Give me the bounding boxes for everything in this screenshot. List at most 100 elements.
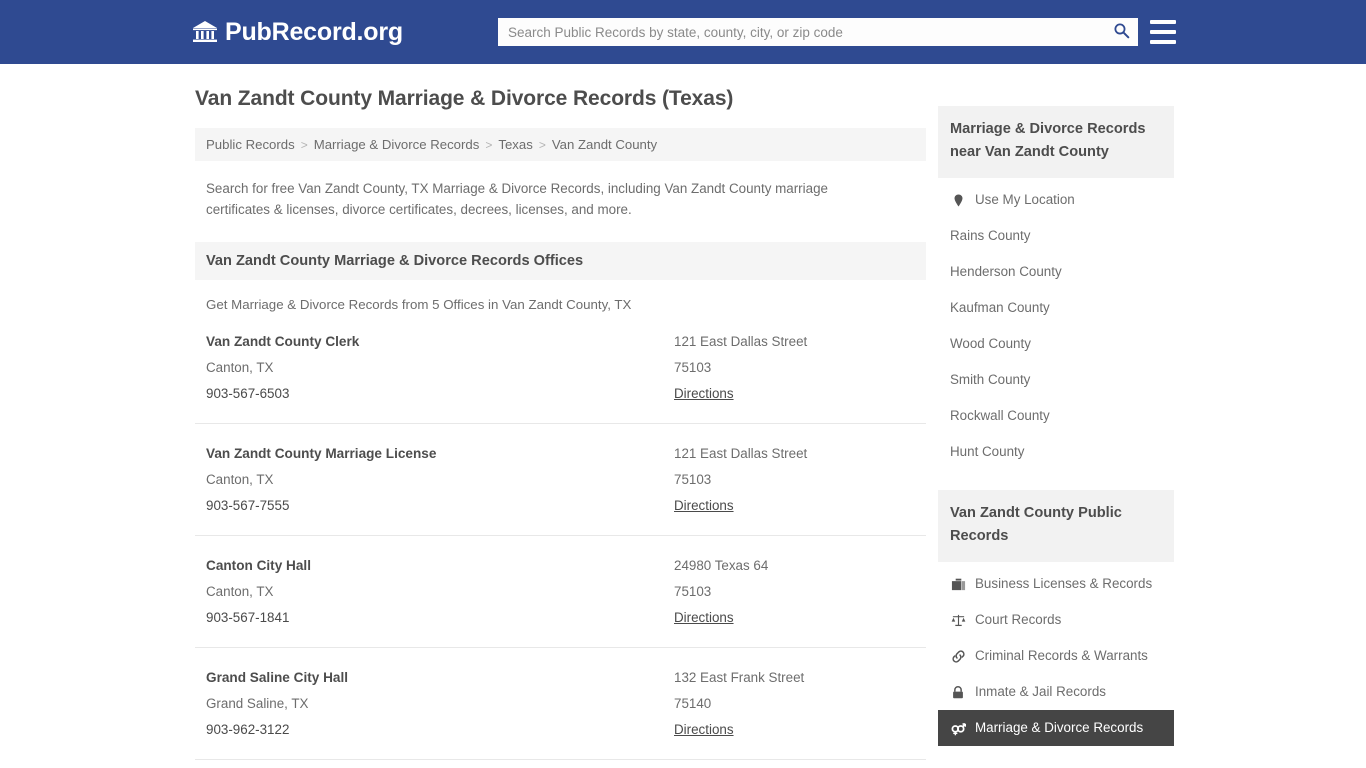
site-logo[interactable]: PubRecord.org <box>192 18 403 47</box>
office-address-block: 132 East Frank Street 75140 Directions <box>674 665 915 743</box>
office-phone: 903-567-1841 <box>206 610 290 625</box>
chain-link-icon <box>950 648 966 664</box>
sidebar-records-list: Business Licenses & Records Court Records… <box>938 566 1174 746</box>
office-city: Canton, TX <box>206 584 274 599</box>
directions-link[interactable]: Directions <box>674 605 734 631</box>
sidebar-item-label: Smith County <box>950 372 1031 387</box>
office-address: 132 East Frank Street <box>674 670 805 685</box>
search-bar[interactable] <box>498 18 1138 46</box>
sidebar-item-rockwall-county[interactable]: Rockwall County <box>938 398 1174 434</box>
sidebar-item-label: Rains County <box>950 228 1031 243</box>
office-row: Grand Saline City Hall Grand Saline, TX 90… <box>195 648 926 760</box>
breadcrumb-item[interactable]: Public Records <box>206 137 295 152</box>
sidebar-item-label: Rockwall County <box>950 408 1050 423</box>
search-input[interactable] <box>498 19 1104 45</box>
hamburger-bar <box>1150 30 1176 34</box>
breadcrumb-item[interactable]: Texas <box>498 137 532 152</box>
directions-link[interactable]: Directions <box>674 493 734 519</box>
breadcrumb-item[interactable]: Marriage & Divorce Records <box>314 137 480 152</box>
office-name[interactable]: Van Zandt County Clerk <box>206 329 674 355</box>
offices-section-subtitle: Get Marriage & Divorce Records from 5 Of… <box>206 297 632 312</box>
breadcrumb: Public Records > Marriage & Divorce Record… <box>195 128 926 161</box>
sidebar-item-label: Wood County <box>950 336 1031 351</box>
sidebar-item-label: Inmate & Jail Records <box>975 684 1106 699</box>
sidebar-item-label: Use My Location <box>975 192 1075 207</box>
office-zip: 75103 <box>674 360 712 375</box>
office-name[interactable]: Grand Saline City Hall <box>206 665 674 691</box>
sidebar-item-criminal-records-warrants[interactable]: Criminal Records & Warrants <box>938 638 1174 674</box>
office-zip: 75103 <box>674 584 712 599</box>
office-row: Van Zandt County Clerk Canton, TX 903-567-… <box>195 312 926 424</box>
breadcrumb-item[interactable]: Van Zandt County <box>552 137 657 152</box>
office-phone: 903-567-7555 <box>206 498 290 513</box>
hamburger-bar <box>1150 20 1176 24</box>
map-pin-icon <box>950 192 966 208</box>
sidebar-item-label: Kaufman County <box>950 300 1050 315</box>
office-row: Canton City Hall Canton, TX 903-567-1841 24… <box>195 536 926 648</box>
office-city: Grand Saline, TX <box>206 696 309 711</box>
office-phone: 903-567-6503 <box>206 386 290 401</box>
office-address: 24980 Texas 64 <box>674 558 769 573</box>
main-content: Van Zandt County Marriage & Divorce Reco… <box>195 86 926 768</box>
padlock-icon <box>950 684 966 700</box>
hamburger-menu-icon[interactable] <box>1150 20 1176 44</box>
sidebar-item-marriage-divorce-records[interactable]: Marriage & Divorce Records <box>938 710 1174 746</box>
page-body: Van Zandt County Marriage & Divorce Reco… <box>0 64 1366 768</box>
sidebar-item-label: Business Licenses & Records <box>975 576 1153 591</box>
site-logo-text: PubRecord.org <box>225 17 403 46</box>
sidebar-item-label: Court Records <box>975 612 1062 627</box>
sidebar-item-label: Henderson County <box>950 264 1062 279</box>
directions-link[interactable]: Directions <box>674 717 734 743</box>
office-address-block: 24980 Texas 64 75103 Directions <box>674 553 915 631</box>
breadcrumb-separator: > <box>485 137 493 152</box>
office-info: Canton City Hall Canton, TX 903-567-1841 <box>206 553 674 631</box>
sidebar-item-smith-county[interactable]: Smith County <box>938 362 1174 398</box>
intro-paragraph: Search for free Van Zandt County, TX Mar… <box>206 181 828 217</box>
office-info: Grand Saline City Hall Grand Saline, TX 90… <box>206 665 674 743</box>
directions-link[interactable]: Directions <box>674 381 734 407</box>
search-button[interactable] <box>1104 18 1138 46</box>
office-row: Van City HallVan, TX903-963-7216189 Sout… <box>195 760 926 768</box>
breadcrumb-separator: > <box>300 137 308 152</box>
sidebar-item-hunt-county[interactable]: Hunt County <box>938 434 1174 470</box>
hamburger-bar <box>1150 40 1176 44</box>
office-city: Canton, TX <box>206 472 274 487</box>
office-address-block: 121 East Dallas Street 75103 Directions <box>674 329 915 407</box>
office-zip: 75103 <box>674 472 712 487</box>
office-row: Van Zandt County Marriage License Canton,… <box>195 424 926 536</box>
sidebar-records-title: Van Zandt County Public Records <box>938 490 1174 562</box>
office-address-block: 121 East Dallas Street 75103 Directions <box>674 441 915 519</box>
office-name[interactable]: Van Zandt County Marriage License <box>206 441 674 467</box>
sidebar-item-rains-county[interactable]: Rains County <box>938 218 1174 254</box>
office-address: 121 East Dallas Street <box>674 446 808 461</box>
breadcrumb-separator: > <box>538 137 546 152</box>
page-title: Van Zandt County Marriage & Divorce Reco… <box>195 87 734 110</box>
bank-building-icon <box>192 19 218 45</box>
sidebar-item-business-licenses-records[interactable]: Business Licenses & Records <box>938 566 1174 602</box>
sidebar-item-wood-county[interactable]: Wood County <box>938 326 1174 362</box>
sidebar-item-label: Hunt County <box>950 444 1025 459</box>
office-name[interactable]: Canton City Hall <box>206 553 674 579</box>
sidebar-item-label: Marriage & Divorce Records <box>975 720 1144 735</box>
sidebar-item-court-records[interactable]: Court Records <box>938 602 1174 638</box>
sidebar-item-label: Criminal Records & Warrants <box>975 648 1148 663</box>
sidebar-item-henderson-county[interactable]: Henderson County <box>938 254 1174 290</box>
sidebar-nearby-list: Use My Location Rains County Henderson Cou… <box>938 182 1174 470</box>
gender-symbols-icon <box>950 720 966 736</box>
sidebar-item-kaufman-county[interactable]: Kaufman County <box>938 290 1174 326</box>
briefcase-icon <box>950 576 966 592</box>
office-phone: 903-962-3122 <box>206 722 290 737</box>
office-info: Van Zandt County Clerk Canton, TX 903-567-… <box>206 329 674 407</box>
offices-section-header: Van Zandt County Marriage & Divorce Reco… <box>195 242 926 280</box>
offices-list: Van Zandt County Clerk Canton, TX 903-567-… <box>195 312 926 768</box>
office-info: Van Zandt County Marriage License Canton,… <box>206 441 674 519</box>
sidebar-nearby-title: Marriage & Divorce Records near Van Zand… <box>938 106 1174 178</box>
scales-of-justice-icon <box>950 612 966 628</box>
sidebar-item-use-my-location[interactable]: Use My Location <box>938 182 1174 218</box>
site-header: PubRecord.org <box>0 0 1366 64</box>
office-address: 121 East Dallas Street <box>674 334 808 349</box>
sidebar: Marriage & Divorce Records near Van Zand… <box>938 86 1174 768</box>
sidebar-item-inmate-jail-records[interactable]: Inmate & Jail Records <box>938 674 1174 710</box>
office-zip: 75140 <box>674 696 712 711</box>
office-city: Canton, TX <box>206 360 274 375</box>
